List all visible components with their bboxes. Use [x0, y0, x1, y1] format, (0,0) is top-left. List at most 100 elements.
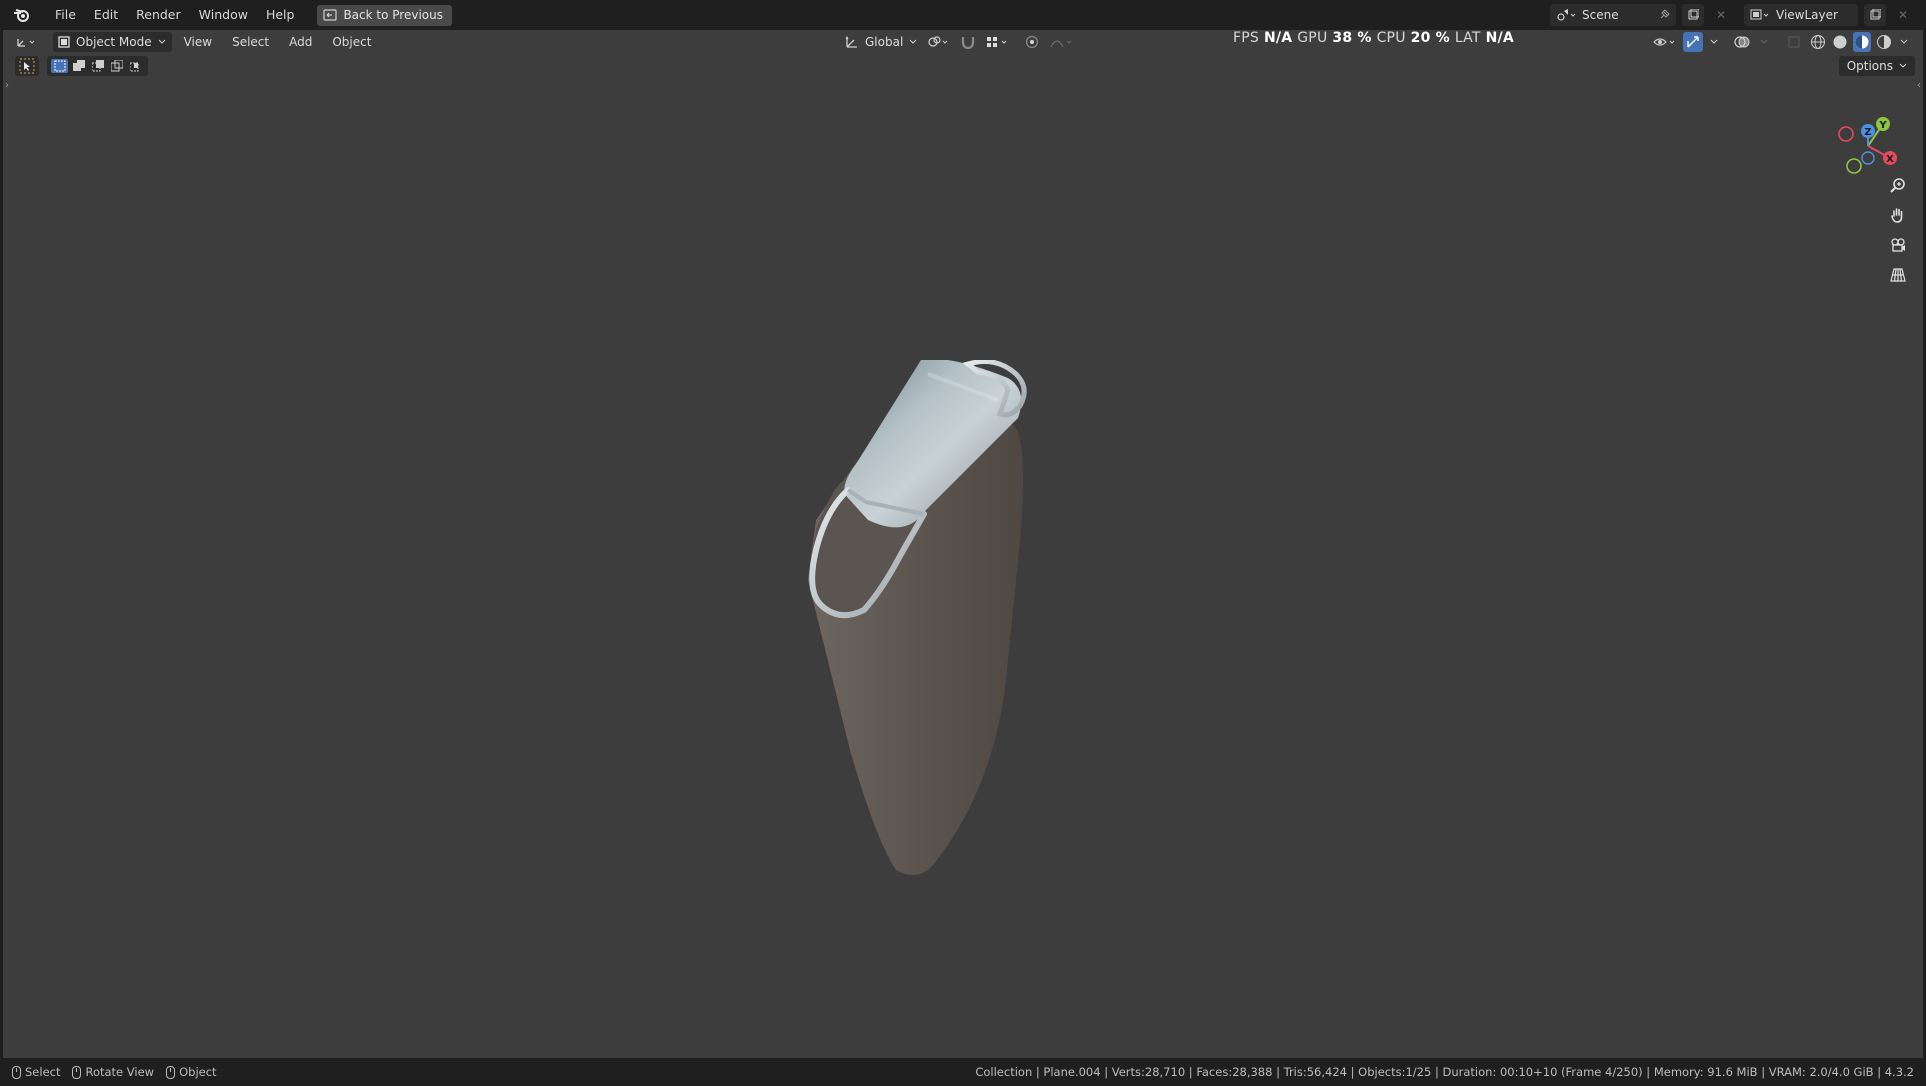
perspective-toggle-button[interactable] [1885, 262, 1911, 288]
solid-sphere-icon [1833, 35, 1847, 49]
menu-select[interactable]: Select [224, 32, 277, 52]
toolbar-expand-arrow-icon[interactable]: › [5, 80, 9, 91]
proportional-editing-toggle[interactable] [1021, 32, 1043, 52]
shading-wireframe-button[interactable] [1809, 32, 1827, 52]
delete-view-layer-button[interactable]: ✕ [1892, 4, 1914, 26]
selection-mode-subtract[interactable] [89, 59, 106, 73]
menu-file[interactable]: File [46, 4, 85, 26]
view-layer-icon [1750, 9, 1769, 20]
overlays-icon [1734, 36, 1750, 48]
selection-mode-invert[interactable] [108, 59, 125, 73]
camera-icon [1891, 238, 1905, 252]
object-mode-label: Object Mode [76, 35, 152, 49]
status-bar: Select Rotate View Object Collection | P… [0, 1058, 1926, 1086]
delete-scene-button[interactable]: ✕ [1710, 4, 1732, 26]
menu-render[interactable]: Render [127, 4, 190, 26]
menu-help[interactable]: Help [257, 4, 304, 26]
menu-view[interactable]: View [176, 32, 220, 52]
wireframe-sphere-icon [1811, 35, 1825, 49]
xray-icon [1788, 36, 1800, 48]
axes-icon [17, 39, 35, 47]
pan-button[interactable] [1885, 202, 1911, 228]
hint-object: Object [166, 1065, 217, 1079]
pivot-point-button[interactable] [927, 32, 951, 52]
back-to-previous-button[interactable]: Back to Previous [317, 4, 452, 26]
select-new-icon [54, 60, 65, 72]
menu-add[interactable]: Add [281, 32, 320, 52]
shading-solid-button[interactable] [1831, 32, 1849, 52]
back-to-previous-label: Back to Previous [343, 8, 443, 22]
selection-mode-new[interactable] [51, 59, 68, 73]
gizmo-dropdown[interactable] [1707, 32, 1721, 52]
camera-view-button[interactable] [1885, 232, 1911, 258]
xray-toggle[interactable] [1783, 32, 1805, 52]
hint-rotate-view: Rotate View [72, 1065, 154, 1079]
chevron-down-icon [909, 39, 917, 44]
shading-rendered-button[interactable] [1875, 32, 1893, 52]
proportional-falloff-dropdown[interactable] [1049, 32, 1075, 52]
overlays-dropdown[interactable] [1757, 32, 1771, 52]
shading-material-button[interactable] [1853, 32, 1871, 52]
menu-edit[interactable]: Edit [85, 4, 127, 26]
top-menu-bar: File Edit Render Window Help Back to Pre… [0, 0, 1926, 30]
proportional-edit-icon [1026, 35, 1039, 49]
gizmo-z-label: Z [1864, 127, 1871, 138]
chevron-down-icon [1760, 39, 1768, 44]
falloff-curve-icon [1050, 40, 1072, 48]
scene-statistics: Collection | Plane.004 | Verts:28,710 | … [975, 1065, 1914, 1079]
object-mode-dropdown[interactable]: Object Mode [53, 32, 172, 52]
gizmo-toggle[interactable] [1683, 32, 1703, 52]
options-dropdown[interactable]: Options [1838, 56, 1915, 76]
viewport-3d-object[interactable] [778, 360, 1058, 920]
gizmo-x-label: X [1886, 154, 1894, 165]
selection-mode-intersect[interactable] [127, 59, 144, 73]
hint-select-label: Select [25, 1065, 61, 1079]
view-layer-name[interactable]: ViewLayer [1776, 8, 1852, 22]
mouse-right-icon [166, 1065, 176, 1079]
lat-label: LAT [1454, 30, 1481, 46]
hint-select: Select [12, 1065, 60, 1079]
shading-dropdown[interactable] [1897, 32, 1911, 52]
navigation-gizmo[interactable]: Y Z X [1823, 94, 1913, 184]
viewport-header: Object Mode View Select Add Object Globa… [3, 30, 1923, 54]
3d-viewport[interactable]: Object Mode View Select Add Object Globa… [3, 30, 1923, 1058]
chevron-down-icon [1900, 39, 1908, 44]
overlays-toggle[interactable] [1731, 32, 1753, 52]
gpu-label: GPU [1297, 30, 1328, 46]
transform-orientation-label: Global [865, 35, 904, 49]
select-extend-icon [72, 60, 85, 71]
scene-name[interactable]: Scene [1582, 8, 1652, 22]
new-scene-button[interactable] [1682, 4, 1704, 26]
selection-mode-extend[interactable] [70, 59, 87, 73]
menu-window[interactable]: Window [190, 4, 257, 26]
pin-icon[interactable] [1658, 9, 1670, 21]
menu-object[interactable]: Object [324, 32, 379, 52]
sidebar-expand-arrow-icon[interactable]: ‹ [1917, 80, 1921, 91]
new-view-layer-button[interactable] [1864, 4, 1886, 26]
snap-toggle[interactable] [957, 32, 979, 52]
performance-overlay: FPS N/A GPU 38 % CPU 20 % LAT N/A [1233, 30, 1514, 46]
select-tool-icon [19, 58, 35, 74]
object-mode-icon [58, 36, 70, 48]
gizmo-neg-x[interactable] [1838, 126, 1854, 142]
magnet-icon [962, 37, 975, 49]
cpu-value: 20 % [1410, 30, 1450, 46]
blender-logo-icon[interactable] [12, 5, 32, 25]
options-label: Options [1846, 59, 1893, 73]
gizmo-neg-z[interactable] [1861, 151, 1875, 165]
hand-icon [1891, 208, 1903, 223]
scene-selector[interactable]: Scene [1550, 4, 1676, 26]
gizmo-icon [1687, 36, 1699, 48]
tool-settings-row [15, 56, 148, 76]
gizmo-neg-y[interactable] [1846, 158, 1862, 174]
view-layer-selector[interactable]: ViewLayer [1744, 4, 1858, 26]
chevron-down-icon [1899, 63, 1907, 68]
snap-target-dropdown[interactable] [985, 32, 1011, 52]
transform-orientation-dropdown[interactable]: Global [841, 32, 921, 52]
zoom-button[interactable] [1885, 172, 1911, 198]
active-tool-button[interactable] [15, 56, 39, 76]
editor-type-button[interactable] [13, 32, 43, 52]
chevron-down-icon [1710, 39, 1718, 44]
object-visibility-dropdown[interactable] [1653, 32, 1679, 52]
orientation-icon [845, 35, 857, 48]
